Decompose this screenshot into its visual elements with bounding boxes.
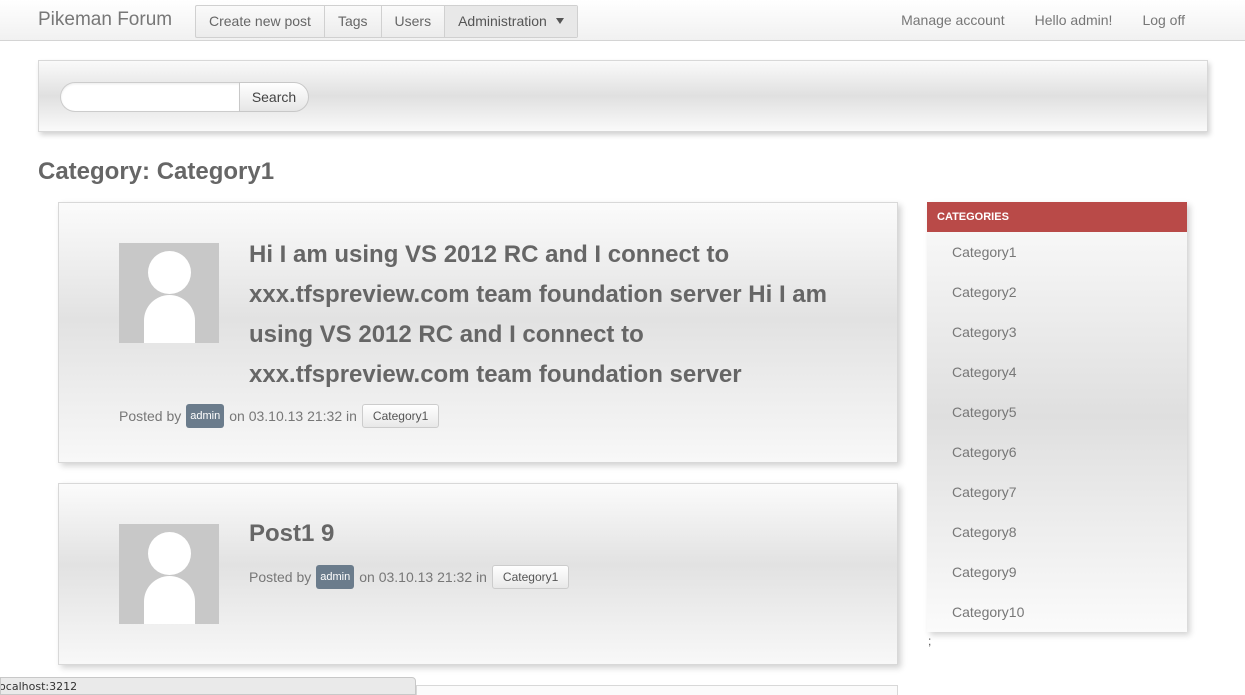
category-link-5[interactable]: Category5 — [927, 392, 1187, 432]
stray-semicolon: ; — [928, 634, 932, 648]
category-link-2[interactable]: Category2 — [927, 272, 1187, 312]
log-off-link[interactable]: Log off — [1142, 12, 1185, 28]
tab-tags[interactable]: Tags — [325, 6, 382, 37]
search-button[interactable]: Search — [239, 82, 309, 112]
category-link-10[interactable]: Category10 — [927, 592, 1187, 632]
tab-administration[interactable]: Administration — [445, 6, 577, 37]
post-category-button[interactable]: Category1 — [361, 404, 440, 428]
in-label: in — [346, 408, 357, 424]
avatar-head-shape — [148, 251, 191, 294]
tab-create-new-post[interactable]: Create new post — [196, 6, 325, 37]
categories-panel: Categories Category1 Category2 Category3… — [927, 202, 1187, 632]
post-title[interactable]: Hi I am using VS 2012 RC and I connect t… — [249, 235, 869, 395]
on-label: on — [359, 569, 375, 585]
author-badge[interactable]: admin — [186, 404, 225, 428]
avatar-body-shape — [144, 576, 195, 624]
posted-by-label: Posted by — [119, 408, 182, 424]
status-url: localhost:3212 — [0, 680, 78, 693]
category-link-6[interactable]: Category6 — [927, 432, 1187, 472]
categories-header: Categories — [927, 202, 1187, 232]
category-link-9[interactable]: Category9 — [927, 552, 1187, 592]
avatar — [119, 524, 219, 624]
brand-logo[interactable]: Pikeman Forum — [38, 9, 172, 31]
post-date: 03.10.13 21:32 — [378, 569, 473, 585]
avatar-body-shape — [144, 295, 195, 343]
category-link-7[interactable]: Category7 — [927, 472, 1187, 512]
browser-status-bar: localhost:3212 — [0, 677, 416, 695]
avatar — [119, 243, 219, 343]
in-label: in — [476, 569, 487, 585]
author-badge[interactable]: admin — [316, 565, 355, 589]
post-date: 03.10.13 21:32 — [248, 408, 343, 424]
post-category-button[interactable]: Category1 — [491, 565, 570, 589]
post-card: Hi I am using VS 2012 RC and I connect t… — [58, 202, 898, 463]
caret-down-icon — [555, 18, 564, 25]
search-input[interactable] — [60, 82, 240, 112]
search-panel: Search — [38, 60, 1208, 132]
post-title[interactable]: Post1 9 — [249, 520, 334, 548]
avatar-head-shape — [148, 532, 191, 575]
category-link-4[interactable]: Category4 — [927, 352, 1187, 392]
category-link-3[interactable]: Category3 — [927, 312, 1187, 352]
greeting-link[interactable]: Hello admin! — [1035, 12, 1113, 28]
post-card: Post1 9 Posted by admin on 03.10.13 21:3… — [58, 483, 898, 665]
tab-users[interactable]: Users — [382, 6, 446, 37]
page-title: Category: Category1 — [38, 158, 275, 185]
post-meta: Posted by admin on 03.10.13 21:32 in Cat… — [249, 565, 570, 589]
on-label: on — [229, 408, 245, 424]
posted-by-label: Posted by — [249, 569, 312, 585]
tab-administration-label: Administration — [458, 13, 547, 29]
main-nav: Create new post Tags Users Administratio… — [195, 5, 578, 38]
category-link-1[interactable]: Category1 — [927, 232, 1187, 272]
post-meta: Posted by admin on 03.10.13 21:32 in Cat… — [119, 404, 440, 428]
manage-account-link[interactable]: Manage account — [901, 12, 1005, 28]
top-navbar: Pikeman Forum Create new post Tags Users… — [0, 0, 1245, 41]
post-card-partial — [416, 685, 898, 695]
category-link-8[interactable]: Category8 — [927, 512, 1187, 552]
account-links: Manage account Hello admin! Log off — [901, 12, 1185, 28]
